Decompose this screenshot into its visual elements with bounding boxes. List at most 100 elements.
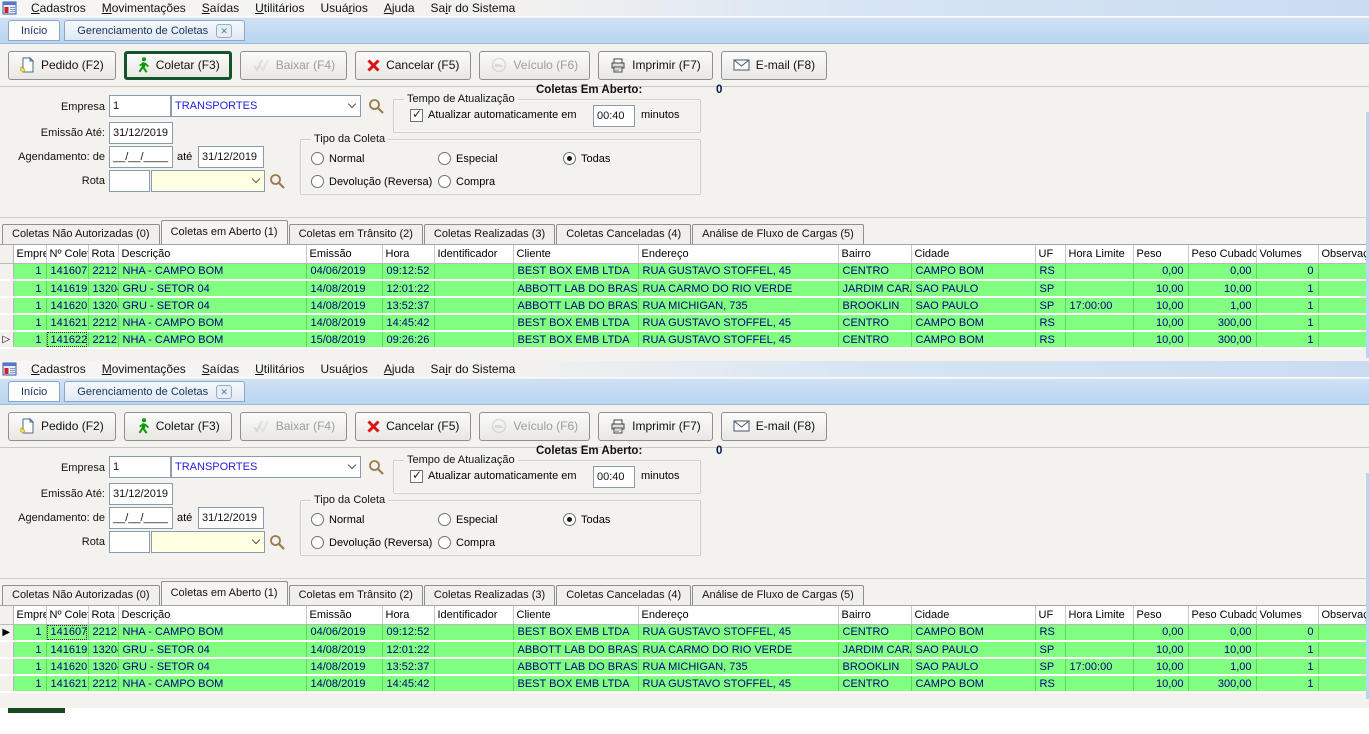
grid-cell[interactable]: ABBOTT LAB DO BRASI <box>513 658 638 675</box>
menu-item-saidas[interactable]: Saídas <box>194 1 247 15</box>
grid-cell[interactable]: JARDIM CARAVELA <box>838 641 911 658</box>
grid-cell[interactable]: SP <box>1035 297 1065 314</box>
grid-cell[interactable]: GRU - SETOR 04 <box>118 297 306 314</box>
subtab-coletas-nao-autorizadas[interactable]: Coletas Não Autorizadas (0) <box>2 585 160 605</box>
agendamento-ate-input[interactable]: 31/12/2019 <box>198 507 264 529</box>
grid-cell[interactable]: CENTRO <box>838 314 911 331</box>
col-header-peso[interactable]: Peso <box>1133 245 1188 263</box>
col-header-bairro[interactable]: Bairro <box>838 245 911 263</box>
grid-cell[interactable]: SAO PAULO <box>911 280 1035 297</box>
col-header-bairro[interactable]: Bairro <box>838 606 911 624</box>
grid-cell[interactable]: 13:52:37 <box>382 297 434 314</box>
grid-cell[interactable]: CAMPO BOM <box>911 331 1035 348</box>
grid-cell[interactable]: CENTRO <box>838 624 911 641</box>
empresa-code-input[interactable]: 1 <box>109 456 171 478</box>
grid-cell[interactable]: 300,00 <box>1188 331 1256 348</box>
grid-cell[interactable] <box>1065 641 1133 658</box>
grid-cell[interactable]: 13204 <box>88 280 118 297</box>
grid-cell[interactable]: 10,00 <box>1133 314 1188 331</box>
grid-cell[interactable]: 09:12:52 <box>382 624 434 641</box>
subtab-analise-fluxo-cargas[interactable]: Análise de Fluxo de Cargas (5) <box>692 585 864 605</box>
grid-cell[interactable] <box>1318 314 1369 331</box>
grid-cell[interactable]: 2212 <box>88 263 118 280</box>
col-header-endereco[interactable]: Endereço <box>638 245 838 263</box>
grid-cell[interactable]: BROOKLIN <box>838 658 911 675</box>
col-header-peso-cubado[interactable]: Peso Cubado <box>1188 245 1256 263</box>
grid-cell[interactable]: SP <box>1035 658 1065 675</box>
col-header-peso[interactable]: Peso <box>1133 606 1188 624</box>
col-header-volumes[interactable]: Volumes <box>1256 606 1318 624</box>
subtab-coletas-em-transito[interactable]: Coletas em Trânsito (2) <box>289 585 423 605</box>
grid-cell[interactable]: 141619 <box>46 280 88 297</box>
grid-cell[interactable]: 141621 <box>46 675 88 692</box>
menu-item-usuarios[interactable]: Usuários <box>312 362 375 376</box>
subtab-coletas-em-aberto[interactable]: Coletas em Aberto (1) <box>161 581 288 605</box>
grid-cell[interactable]: 2212 <box>88 675 118 692</box>
cancelar-button[interactable]: Cancelar (F5) <box>355 412 471 441</box>
grid-cell[interactable]: 17:00:00 <box>1065 297 1133 314</box>
grid-cell[interactable] <box>434 297 513 314</box>
menu-item-usuarios[interactable]: Usuários <box>312 1 375 15</box>
grid-cell[interactable]: SAO PAULO <box>911 297 1035 314</box>
rota-combo[interactable] <box>151 170 265 192</box>
col-header-cidade[interactable]: Cidade <box>911 245 1035 263</box>
radio-especial[interactable]: Especial <box>438 152 498 165</box>
update-interval-input[interactable]: 00:40 <box>593 105 635 127</box>
subtab-coletas-nao-autorizadas[interactable]: Coletas Não Autorizadas (0) <box>2 224 160 244</box>
col-header-uf[interactable]: UF <box>1035 606 1065 624</box>
grid-cell[interactable] <box>434 675 513 692</box>
grid-cell[interactable]: RUA GUSTAVO STOFFEL, 45 <box>638 675 838 692</box>
grid-cell[interactable]: CAMPO BOM <box>911 263 1035 280</box>
grid-cell[interactable] <box>1318 331 1369 348</box>
col-header-uf[interactable]: UF <box>1035 245 1065 263</box>
menu-item-movimentacoes[interactable]: Movimentações <box>94 1 194 15</box>
grid-cell[interactable]: CENTRO <box>838 331 911 348</box>
grid-cell[interactable]: 14:45:42 <box>382 675 434 692</box>
rota-combo[interactable] <box>151 531 265 553</box>
grid-cell[interactable]: 10,00 <box>1188 280 1256 297</box>
radio-compra[interactable]: Compra <box>438 536 495 549</box>
grid-cell[interactable]: 1 <box>13 280 46 297</box>
grid-cell[interactable] <box>434 263 513 280</box>
grid-cell[interactable]: 1 <box>13 314 46 331</box>
grid-cell[interactable]: 2212 <box>88 331 118 348</box>
grid-cell[interactable] <box>434 624 513 641</box>
subtab-analise-fluxo-cargas[interactable]: Análise de Fluxo de Cargas (5) <box>692 224 864 244</box>
col-header-hora[interactable]: Hora <box>382 245 434 263</box>
grid-cell[interactable]: 10,00 <box>1133 658 1188 675</box>
grid-cell[interactable]: CAMPO BOM <box>911 314 1035 331</box>
menu-item-sair[interactable]: Sair do Sistema <box>423 362 524 376</box>
grid-cell[interactable]: 10,00 <box>1133 297 1188 314</box>
grid-row[interactable]: 11416072212NHA - CAMPO BOM04/06/201909:1… <box>0 263 1369 280</box>
grid-cell[interactable]: 14:45:42 <box>382 314 434 331</box>
grid-cell[interactable]: 141607 <box>46 624 88 641</box>
agendamento-de-input[interactable]: __/__/____ <box>109 507 173 529</box>
col-header-hora-limite[interactable]: Hora Limite <box>1065 245 1133 263</box>
grid-cell[interactable]: 2212 <box>88 314 118 331</box>
grid-cell[interactable]: SAO PAULO <box>911 658 1035 675</box>
subtab-coletas-em-aberto[interactable]: Coletas em Aberto (1) <box>161 220 288 244</box>
col-header-descricao[interactable]: Descrição <box>118 245 306 263</box>
col-header-emissao[interactable]: Emissão <box>306 606 382 624</box>
pedido-button[interactable]: Pedido (F2) <box>8 412 116 441</box>
subtab-coletas-realizadas[interactable]: Coletas Realizadas (3) <box>424 585 555 605</box>
grid-cell[interactable]: 141607 <box>46 263 88 280</box>
grid-row[interactable]: ▶11416072212NHA - CAMPO BOM04/06/201909:… <box>0 624 1369 641</box>
grid-cell[interactable]: 04/06/2019 <box>306 624 382 641</box>
grid-cell[interactable]: 1 <box>13 675 46 692</box>
emissao-ate-input[interactable]: 31/12/2019 <box>109 483 173 505</box>
grid-cell[interactable]: CENTRO <box>838 675 911 692</box>
col-header-hora-limite[interactable]: Hora Limite <box>1065 606 1133 624</box>
grid-cell[interactable]: BEST BOX EMB LTDA <box>513 314 638 331</box>
menu-item-utilitarios[interactable]: Utilitários <box>247 1 312 15</box>
grid-cell[interactable]: 1,00 <box>1188 658 1256 675</box>
grid-cell[interactable]: 1 <box>13 624 46 641</box>
tab-gerenciamento-de-coletas[interactable]: Gerenciamento de Coletas✕ <box>64 381 245 402</box>
tab-gerenciamento-de-coletas[interactable]: Gerenciamento de Coletas✕ <box>64 20 245 41</box>
pedido-button[interactable]: Pedido (F2) <box>8 51 116 80</box>
col-header-observacao[interactable]: Observação <box>1318 245 1369 263</box>
auto-update-checkbox[interactable] <box>410 470 423 483</box>
grid-cell[interactable]: RUA CARMO DO RIO VERDE <box>638 280 838 297</box>
grid-cell[interactable]: 10,00 <box>1133 280 1188 297</box>
veiculo-button[interactable]: Veículo (F6) <box>479 412 590 441</box>
